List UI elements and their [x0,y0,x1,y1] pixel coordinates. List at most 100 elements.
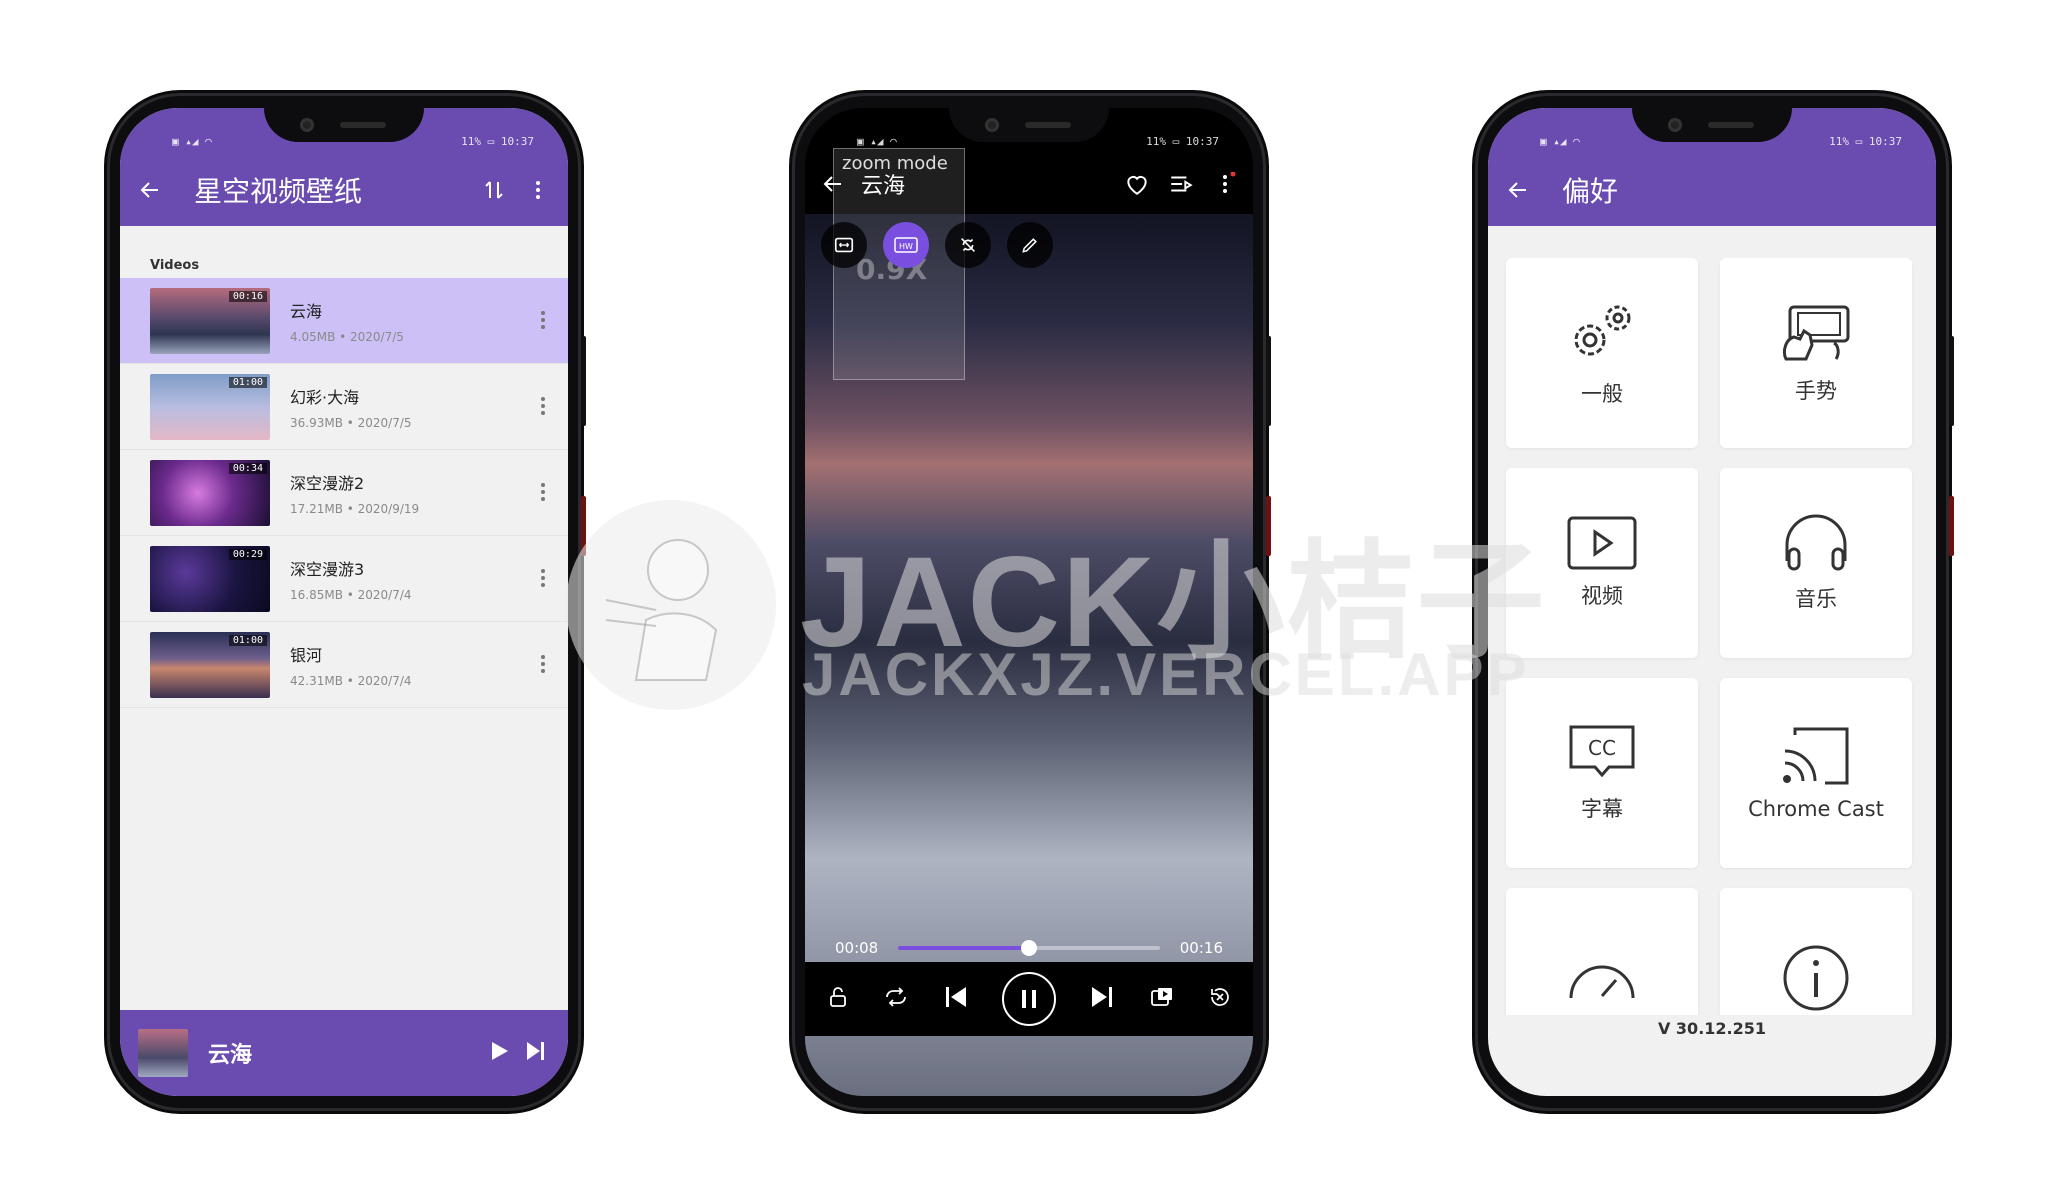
seek-track[interactable] [898,940,1160,956]
phone-side-button [581,336,586,426]
video-info: 16.85MB • 2020/7/4 [290,587,412,602]
video-thumbnail: 00:16 [150,287,270,354]
preferences-grid: 一般 手势 视频 音乐 CC 字幕 Chrome Cast [1506,258,1918,1015]
list-item[interactable]: 01:00 幻彩·大海 36.93MB • 2020/7/5 [120,364,568,450]
sort-icon[interactable] [472,168,516,212]
more-vert-icon[interactable] [516,168,560,212]
more-vert-icon[interactable] [540,654,546,678]
gesture-icon [1782,305,1850,361]
video-thumbnail: 01:00 [150,373,270,440]
pause-icon [1021,990,1036,1008]
back-arrow-icon[interactable] [128,168,172,212]
duration-badge: 00:34 [228,462,267,474]
repeat-icon[interactable] [883,985,909,1013]
app-bar: 星空视频壁纸 [120,154,568,226]
watermark-subtitle: JACKXJZ.VERCEL.APP [802,641,1530,708]
pref-card-general[interactable]: 一般 [1506,258,1698,448]
pref-card-music[interactable]: 音乐 [1720,468,1912,658]
pref-card-subtitles[interactable]: CC 字幕 [1506,678,1698,868]
video-info: 42.31MB • 2020/7/4 [290,673,412,688]
video-info: 17.21MB • 2020/9/19 [290,501,420,516]
video-name: 深空漫游2 [290,473,365,493]
video-name: 深空漫游3 [290,559,365,579]
lock-icon[interactable] [826,985,850,1013]
watermark-avatar [566,500,776,710]
pref-label: 字幕 [1581,797,1623,821]
more-vert-icon[interactable] [540,482,546,506]
phone-preferences: ▣ ▴◢ ◠ 11% ▭ 10:37 偏好 一般 手势 视频 音乐 CC 字幕 … [1478,96,1954,1108]
pref-card-gesture[interactable]: 手势 [1720,258,1912,448]
pref-label: 一般 [1581,382,1623,406]
hw-label: HW [899,242,913,251]
signal-icons: ▣ ▴◢ ◠ [1540,135,1580,148]
mini-player[interactable]: 云海 [120,1010,568,1096]
video-thumbnail: 01:00 [150,631,270,698]
heart-icon[interactable] [1115,162,1159,206]
video-name: 幻彩·大海 [290,387,360,407]
headphones-icon [1785,514,1847,571]
more-vert-icon[interactable] [1203,162,1247,206]
notch [1632,108,1792,142]
play-icon[interactable] [488,1040,510,1066]
more-vert-icon[interactable] [540,568,546,592]
playlist-icon[interactable] [1159,162,1203,206]
video-name: 云海 [290,301,323,321]
info-icon [1783,945,1849,1011]
page-title: 星空视频壁纸 [194,175,363,208]
list-item[interactable]: 00:34 深空漫游2 17.21MB • 2020/9/19 [120,450,568,536]
phone-video-list: ▣ ▴◢ ◠ 11% ▭ 10:37 星空视频壁纸 Videos 00:16 云… [110,96,586,1108]
mini-player-title: 云海 [208,1043,253,1068]
skip-next-icon[interactable] [524,1040,546,1066]
video-thumbnail: 00:29 [150,545,270,612]
pref-label: Chrome Cast [1748,797,1884,821]
aspect-ratio-icon[interactable] [821,222,867,268]
preferences-scroll[interactable]: 一般 手势 视频 音乐 CC 字幕 Chrome Cast [1488,258,1936,1015]
list-item[interactable]: 01:00 银河 42.31MB • 2020/7/4 [120,622,568,708]
video-info: 4.05MB • 2020/7/5 [290,329,404,344]
subtitles-icon: CC [1569,725,1635,778]
seek-bar[interactable]: 00:08 00:16 [805,934,1253,962]
more-vert-icon[interactable] [540,396,546,420]
skip-next-icon[interactable] [1089,984,1115,1014]
phone-screen: ▣ ▴◢ ◠ 11% ▭ 10:37 星空视频壁纸 Videos 00:16 云… [120,108,568,1096]
svg-text:CC: CC [1588,736,1616,760]
pref-card-about[interactable] [1720,888,1912,1015]
list-item[interactable]: 00:16 云海 4.05MB • 2020/7/5 [120,278,568,364]
list-item[interactable]: 00:29 深空漫游3 16.85MB • 2020/7/4 [120,536,568,622]
phone-side-button [1949,496,1954,556]
duration-badge: 01:00 [228,634,267,646]
duration-badge: 01:00 [228,376,267,388]
video-thumbnail: 00:34 [150,459,270,526]
seek-thumb[interactable] [1021,940,1037,956]
pref-card-speed[interactable] [1506,888,1698,1015]
mini-player-thumbnail [138,1029,188,1077]
player-controls [805,962,1253,1036]
edit-icon[interactable] [1007,222,1053,268]
phone-screen: ▣ ▴◢ ◠ 11% ▭ 10:37 偏好 一般 手势 视频 音乐 CC 字幕 … [1488,108,1936,1096]
pref-card-chromecast[interactable]: Chrome Cast [1720,678,1912,868]
gears-icon [1574,305,1631,356]
app-bar: 偏好 [1488,154,1936,226]
notch [949,108,1109,142]
rotate-off-icon[interactable] [945,222,991,268]
phone-side-button [1266,336,1271,426]
video-list: 00:16 云海 4.05MB • 2020/7/5 01:00 幻彩·大海 3… [120,278,568,708]
version-label: V 30.12.251 [1657,1019,1767,1038]
duration-badge: 00:29 [228,548,267,560]
pref-label: 手势 [1795,379,1837,403]
phone-side-button [1949,336,1954,426]
video-info: 36.93MB • 2020/7/5 [290,415,412,430]
back-arrow-icon[interactable] [1496,168,1540,212]
signal-icons: ▣ ▴◢ ◠ [857,135,897,148]
replay-icon[interactable] [1208,985,1232,1013]
duration-badge: 00:16 [228,290,267,302]
video-icon [1567,516,1637,570]
skip-previous-icon[interactable] [943,984,969,1014]
hw-decoder-icon[interactable]: HW [883,222,929,268]
pause-button[interactable] [1001,972,1056,1026]
popup-player-icon[interactable] [1149,985,1175,1013]
notch [264,108,424,142]
speedometer-icon [1569,965,1635,999]
more-vert-icon[interactable] [540,310,546,334]
zoom-mode-label: zoom mode [842,153,948,174]
